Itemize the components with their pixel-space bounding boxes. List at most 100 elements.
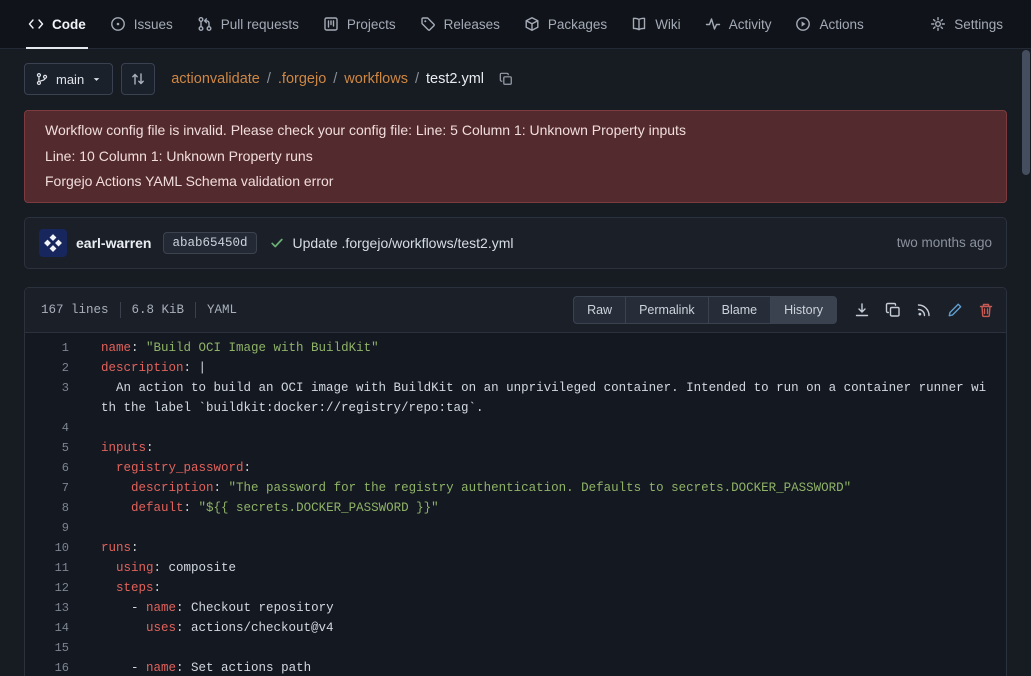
code-text: default: "${{ secrets.DOCKER_PASSWORD }}… <box>77 498 1006 518</box>
copy-icon <box>499 72 513 86</box>
compare-icon <box>130 71 146 87</box>
nav-tab-packages[interactable]: Packages <box>512 0 619 48</box>
file-view-button-group: Raw Permalink Blame History <box>573 296 837 324</box>
rss-icon <box>916 302 932 318</box>
breadcrumb: actionvalidate / .forgejo / workflows / … <box>171 71 513 87</box>
rss-feed-button[interactable] <box>916 302 932 318</box>
copy-content-button[interactable] <box>885 302 901 318</box>
line-number[interactable]: 4 <box>25 418 77 438</box>
error-line: Workflow config file is invalid. Please … <box>45 118 986 144</box>
nav-tab-label: Releases <box>444 17 500 32</box>
nav-tab-projects[interactable]: Projects <box>311 0 408 48</box>
nav-tab-pull-requests[interactable]: Pull requests <box>185 0 311 48</box>
code-text <box>77 518 1006 538</box>
nav-spacer <box>876 0 918 48</box>
code-text: name: "Build OCI Image with BuildKit" <box>77 338 1006 358</box>
line-number[interactable]: 8 <box>25 498 77 518</box>
pulse-icon <box>705 16 721 32</box>
code-text <box>77 418 1006 438</box>
download-icon <box>854 302 870 318</box>
tag-icon <box>420 16 436 32</box>
line-number[interactable]: 13 <box>25 598 77 618</box>
commit-status-success-icon[interactable] <box>270 236 284 250</box>
code-text: An action to build an OCI image with Bui… <box>77 378 1006 418</box>
nav-tab-issues[interactable]: Issues <box>98 0 185 48</box>
delete-file-button[interactable] <box>978 302 994 318</box>
code-text: - name: Checkout repository <box>77 598 1006 618</box>
code-text: uses: actions/checkout@v4 <box>77 618 1006 638</box>
line-number[interactable]: 16 <box>25 658 77 676</box>
line-number[interactable]: 11 <box>25 558 77 578</box>
line-number[interactable]: 6 <box>25 458 77 478</box>
code-line: 10runs: <box>25 538 1006 558</box>
breadcrumb-separator: / <box>415 71 419 87</box>
branch-breadcrumb-row: main actionvalidate / .forgejo / workflo… <box>24 63 1007 95</box>
blame-button[interactable]: Blame <box>708 296 771 324</box>
workflow-error-banner: Workflow config file is invalid. Please … <box>24 110 1007 203</box>
code-text: registry_password: <box>77 458 1006 478</box>
copy-icon <box>885 302 901 318</box>
line-number[interactable]: 14 <box>25 618 77 638</box>
file-action-icons <box>854 302 994 318</box>
check-icon <box>270 236 284 250</box>
code-line: 15 <box>25 638 1006 658</box>
current-branch-label: main <box>56 72 84 87</box>
nav-tab-activity[interactable]: Activity <box>693 0 784 48</box>
raw-button[interactable]: Raw <box>573 296 626 324</box>
repo-file-page: main actionvalidate / .forgejo / workflo… <box>0 49 1031 676</box>
scrollbar-thumb[interactable] <box>1022 50 1030 175</box>
line-number[interactable]: 5 <box>25 438 77 458</box>
breadcrumb-dir-workflows-link[interactable]: workflows <box>344 71 408 87</box>
code-line: 3 An action to build an OCI image with B… <box>25 378 1006 418</box>
copy-path-icon[interactable] <box>499 72 513 86</box>
code-line: 12 steps: <box>25 578 1006 598</box>
avatar-identicon <box>42 232 64 254</box>
branch-selector-button[interactable]: main <box>24 63 113 95</box>
line-number[interactable]: 3 <box>25 378 77 418</box>
line-number[interactable]: 15 <box>25 638 77 658</box>
code-line: 16 - name: Set actions path <box>25 658 1006 676</box>
line-number[interactable]: 7 <box>25 478 77 498</box>
code-line: 2description: | <box>25 358 1006 378</box>
code-line: 4 <box>25 418 1006 438</box>
book-icon <box>631 16 647 32</box>
nav-tab-settings[interactable]: Settings <box>918 0 1015 48</box>
history-button[interactable]: History <box>770 296 837 324</box>
chevron-down-icon <box>91 74 102 85</box>
code-text: description: | <box>77 358 1006 378</box>
project-board-icon <box>323 16 339 32</box>
line-number[interactable]: 10 <box>25 538 77 558</box>
code-line: 1name: "Build OCI Image with BuildKit" <box>25 338 1006 358</box>
avatar[interactable] <box>39 229 67 257</box>
breadcrumb-dir-forgejo-link[interactable]: .forgejo <box>278 71 326 87</box>
nav-tab-actions[interactable]: Actions <box>783 0 875 48</box>
line-number[interactable]: 12 <box>25 578 77 598</box>
download-file-button[interactable] <box>854 302 870 318</box>
compare-branches-button[interactable] <box>121 63 155 95</box>
git-branch-icon <box>35 72 49 86</box>
line-number[interactable]: 2 <box>25 358 77 378</box>
nav-tab-label: Activity <box>729 17 772 32</box>
permalink-button[interactable]: Permalink <box>625 296 709 324</box>
commit-sha-badge[interactable]: abab65450d <box>163 232 256 254</box>
commit-message[interactable]: Update .forgejo/workflows/test2.yml <box>293 235 514 251</box>
edit-file-button[interactable] <box>947 302 963 318</box>
file-size: 6.8 KiB <box>132 303 185 317</box>
breadcrumb-separator: / <box>333 71 337 87</box>
nav-tab-releases[interactable]: Releases <box>408 0 512 48</box>
latest-commit-bar: earl-warren abab65450d Update .forgejo/w… <box>24 217 1007 269</box>
line-number[interactable]: 1 <box>25 338 77 358</box>
pencil-icon <box>947 302 963 318</box>
error-line: Forgejo Actions YAML Schema validation e… <box>45 169 986 195</box>
error-line: Line: 10 Column 1: Unknown Property runs <box>45 144 986 170</box>
commit-author-name[interactable]: earl-warren <box>76 235 151 251</box>
line-number[interactable]: 9 <box>25 518 77 538</box>
breadcrumb-repo-link[interactable]: actionvalidate <box>171 71 260 87</box>
nav-tab-wiki[interactable]: Wiki <box>619 0 693 48</box>
nav-tab-code[interactable]: Code <box>16 0 98 48</box>
code-icon <box>28 16 44 32</box>
code-text: steps: <box>77 578 1006 598</box>
code-viewer: 1name: "Build OCI Image with BuildKit"2d… <box>25 333 1006 676</box>
code-line: 8 default: "${{ secrets.DOCKER_PASSWORD … <box>25 498 1006 518</box>
package-icon <box>524 16 540 32</box>
